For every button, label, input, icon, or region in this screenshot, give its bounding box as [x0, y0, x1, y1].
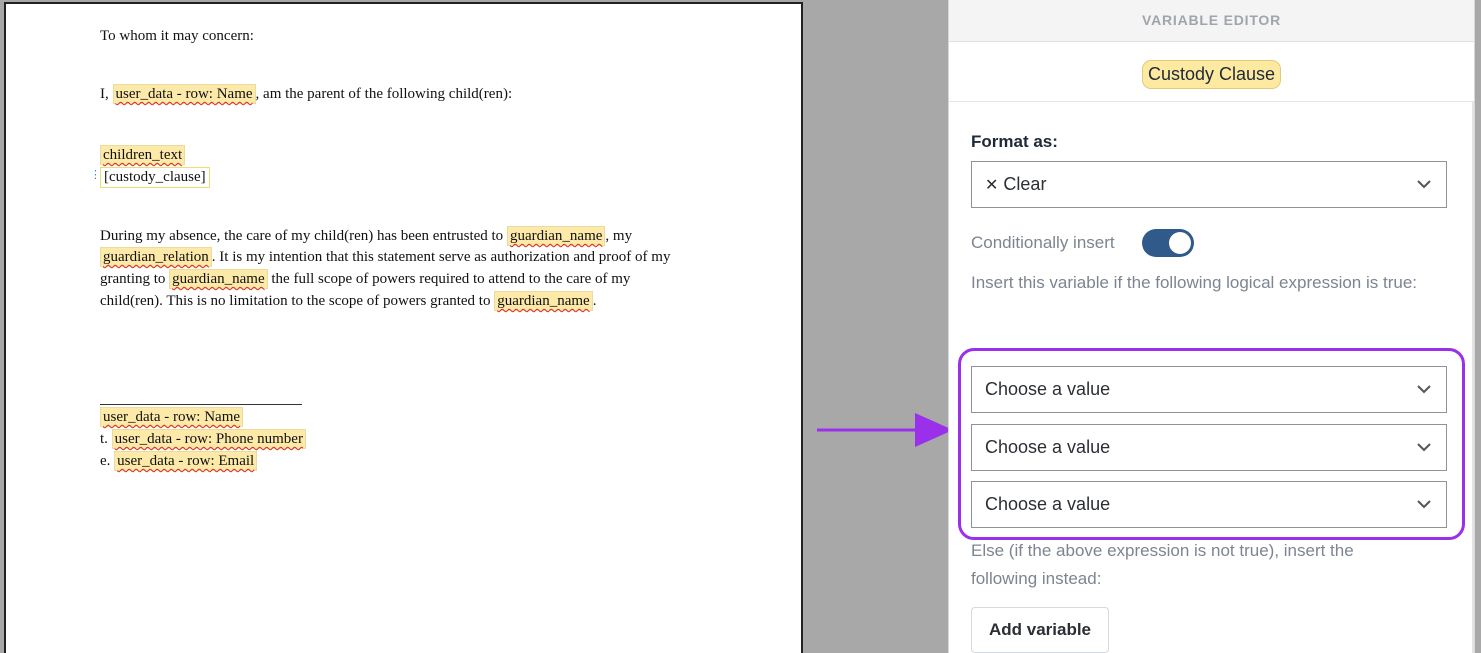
x-icon: ✕: [985, 175, 999, 194]
phone-prefix: t.: [100, 431, 108, 447]
intro-pre: I,: [100, 86, 109, 102]
intro-post: , am the parent of the following child(r…: [255, 86, 513, 102]
toggle-knob: [1169, 232, 1191, 254]
format-label: Format as:: [971, 132, 1058, 151]
paragraph-text: , my: [605, 228, 633, 244]
signature-line: [100, 404, 302, 405]
variable-guardian-name[interactable]: guardian_name: [506, 226, 606, 246]
paragraph-text: the full scope of powers required to att…: [271, 271, 631, 287]
greeting-text: To whom it may concern:: [100, 28, 254, 44]
condition-help-text: Insert this variable if the following lo…: [971, 273, 1417, 292]
chevron-down-icon: [1417, 180, 1431, 189]
paragraph-text: granting to: [100, 271, 166, 287]
email-prefix: e.: [100, 453, 111, 469]
variable-children-text[interactable]: children_text: [100, 145, 186, 165]
document-page[interactable]: To whom it may concern: I, user_data - r…: [4, 2, 803, 653]
pointer-arrow-icon: [817, 413, 953, 447]
paragraph-line-2: guardian_relation. It is my intention th…: [100, 246, 670, 268]
paragraph-text: child(ren). This is no limitation to the…: [100, 293, 491, 309]
paragraph-line-4: child(ren). This is no limitation to the…: [100, 290, 596, 312]
paragraph-text: . It is my intention that this statement…: [211, 249, 671, 265]
panel-header: VARIABLE EDITOR: [949, 0, 1474, 42]
paragraph-line-3: granting to guardian_name the full scope…: [100, 268, 630, 290]
variable-guardian-relation[interactable]: guardian_relation: [100, 247, 212, 267]
intro-line: I, user_data - row: Name, am the parent …: [100, 83, 512, 105]
variable-name-chip: Custody Clause: [1141, 60, 1282, 89]
drag-handle-icon[interactable]: ⋮: [90, 168, 101, 182]
signature-email-line: e. user_data - row: Email: [100, 450, 258, 472]
signature-phone-line: t. user_data - row: Phone number: [100, 428, 306, 450]
variable-user-name[interactable]: user_data - row: Name: [112, 84, 256, 104]
add-variable-button[interactable]: Add variable: [971, 607, 1109, 653]
custody-clause-line: [custody_clause]: [100, 166, 210, 188]
variable-email[interactable]: user_data - row: Email: [114, 451, 258, 471]
conditional-toggle[interactable]: [1142, 229, 1194, 257]
paragraph-text: During my absence, the care of my child(…: [100, 228, 504, 244]
conditional-label: Conditionally insert: [971, 233, 1115, 252]
format-value: Clear: [1003, 174, 1047, 194]
variable-custody-clause[interactable]: [custody_clause]: [100, 167, 210, 188]
children-line: children_text: [100, 144, 186, 166]
panel-scrollbar[interactable]: [1472, 102, 1474, 653]
variable-editor-panel: VARIABLE EDITOR Custody Clause Format as…: [948, 0, 1475, 653]
condition-highlight-frame: [958, 348, 1465, 540]
variable-name-row: Custody Clause: [949, 42, 1474, 102]
format-select[interactable]: ✕ Clear: [971, 161, 1447, 208]
variable-guardian-name[interactable]: guardian_name: [494, 291, 593, 311]
signature-name-line: user_data - row: Name: [100, 406, 244, 428]
variable-phone-number[interactable]: user_data - row: Phone number: [111, 429, 306, 449]
paragraph-text: .: [592, 293, 597, 309]
else-help-text: Else (if the above expression is not tru…: [971, 541, 1354, 588]
paragraph-line-1: During my absence, the care of my child(…: [100, 225, 632, 247]
variable-signature-name[interactable]: user_data - row: Name: [100, 407, 244, 427]
variable-guardian-name[interactable]: guardian_name: [169, 269, 268, 289]
